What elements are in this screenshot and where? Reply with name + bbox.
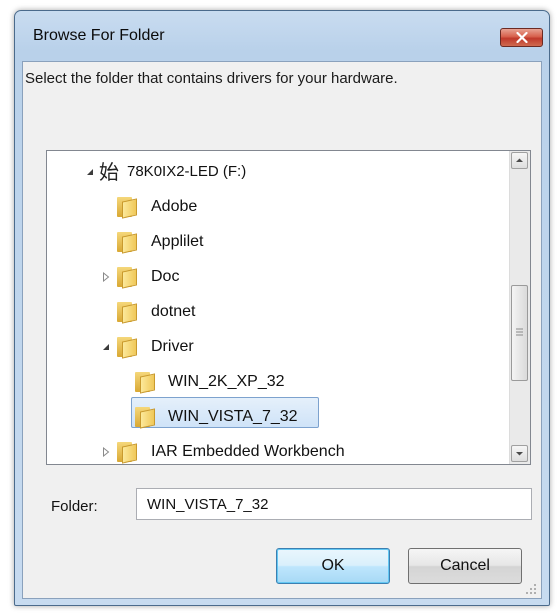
folder-icon bbox=[117, 302, 139, 324]
scroll-down-button[interactable] bbox=[511, 445, 528, 462]
tree-item-win-2k-xp-32[interactable]: WIN_2K_XP_32 bbox=[47, 365, 507, 400]
scroll-thumb[interactable] bbox=[511, 285, 528, 381]
tree-item-label: Driver bbox=[151, 338, 194, 355]
folder-icon bbox=[117, 337, 139, 359]
tree-item-label: IAR Embedded Workbench bbox=[151, 443, 345, 460]
tree-item-label: WIN_2K_XP_32 bbox=[168, 373, 285, 390]
tree-item-driver[interactable]: Driver bbox=[47, 330, 507, 365]
folder-tree-view[interactable]: 始 78K0IX2-LED (F:) Adobe Applilet Doc do… bbox=[46, 150, 531, 465]
tree-item-doc[interactable]: Doc bbox=[47, 260, 507, 295]
dialog-title: Browse For Folder bbox=[33, 27, 165, 44]
instruction-text: Select the folder that contains drivers … bbox=[25, 70, 398, 87]
drive-icon: 始 bbox=[99, 160, 119, 184]
tree-item-applilet[interactable]: Applilet bbox=[47, 225, 507, 260]
tree-item-label: Applilet bbox=[151, 233, 204, 250]
expanded-arrow-icon[interactable] bbox=[101, 342, 111, 352]
vertical-scrollbar[interactable] bbox=[509, 151, 530, 464]
folder-icon bbox=[117, 267, 139, 289]
tree-item-drive[interactable]: 始 78K0IX2-LED (F:) bbox=[47, 155, 507, 190]
folder-icon bbox=[117, 197, 139, 219]
folder-icon bbox=[135, 407, 157, 429]
tree-item-label: Adobe bbox=[151, 198, 198, 215]
tree-item-label: dotnet bbox=[151, 303, 196, 320]
resize-grip-icon[interactable] bbox=[525, 582, 537, 594]
collapsed-arrow-icon[interactable] bbox=[101, 272, 111, 282]
tree-item-adobe[interactable]: Adobe bbox=[47, 190, 507, 225]
tree-item-iar-embedded-workbench[interactable]: IAR Embedded Workbench bbox=[47, 435, 507, 464]
collapsed-arrow-icon[interactable] bbox=[101, 447, 111, 457]
folder-icon bbox=[135, 372, 157, 394]
tree-item-win-vista-7-32[interactable]: WIN_VISTA_7_32 bbox=[47, 400, 507, 435]
expanded-arrow-icon[interactable] bbox=[85, 167, 95, 177]
folder-name-input[interactable] bbox=[136, 488, 532, 520]
folder-field-label: Folder: bbox=[51, 498, 98, 515]
close-icon bbox=[516, 32, 528, 43]
scroll-up-button[interactable] bbox=[511, 152, 528, 169]
tree-item-label: 78K0IX2-LED (F:) bbox=[127, 163, 247, 180]
title-bar[interactable]: Browse For Folder bbox=[15, 11, 549, 61]
folder-icon bbox=[117, 232, 139, 254]
tree-item-label: WIN_VISTA_7_32 bbox=[168, 408, 298, 425]
tree-item-dotnet[interactable]: dotnet bbox=[47, 295, 507, 330]
arrow-up-icon bbox=[516, 158, 523, 162]
cancel-button[interactable]: Cancel bbox=[408, 548, 522, 584]
folder-icon bbox=[117, 442, 139, 464]
arrow-down-icon bbox=[516, 452, 523, 456]
tree-item-label: Doc bbox=[151, 268, 180, 285]
close-button[interactable] bbox=[500, 28, 543, 47]
thumb-grip-icon bbox=[516, 328, 523, 336]
ok-button[interactable]: OK bbox=[276, 548, 390, 584]
